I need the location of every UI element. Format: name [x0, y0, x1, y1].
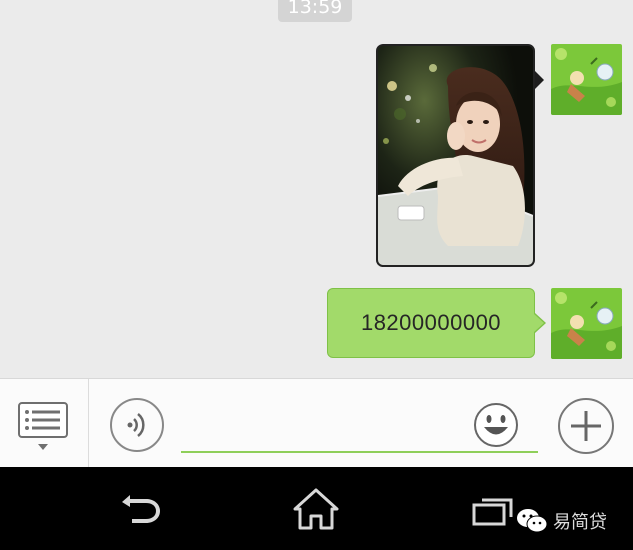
- chat-area[interactable]: 13:59 18200000000: [0, 0, 633, 378]
- wechat-icon: [517, 509, 548, 533]
- avatar[interactable]: [551, 44, 622, 115]
- voice-icon: [127, 413, 145, 437]
- avatar-image: [551, 288, 622, 359]
- recents-icon: [472, 498, 513, 526]
- watermark-text: 易简贷: [553, 512, 607, 533]
- system-nav-bar: 易简贷: [0, 467, 633, 550]
- avatar[interactable]: [551, 288, 622, 359]
- home-button[interactable]: [292, 487, 340, 531]
- back-icon: [122, 495, 160, 523]
- text-bubble-tail: [534, 314, 544, 332]
- back-button[interactable]: [118, 492, 164, 526]
- emoji-icon: [474, 403, 518, 447]
- message-timestamp: 13:59: [278, 0, 352, 22]
- home-icon: [293, 488, 339, 530]
- sent-photo: [378, 46, 533, 265]
- more-options-button[interactable]: [558, 398, 614, 454]
- recents-button[interactable]: [472, 497, 514, 527]
- image-message-bubble[interactable]: [376, 44, 535, 267]
- plus-icon: [571, 411, 601, 441]
- image-bubble-tail: [535, 71, 544, 89]
- menu-toggle-button[interactable]: [0, 379, 89, 467]
- voice-button[interactable]: [110, 398, 164, 452]
- list-menu-icon: [18, 402, 68, 450]
- input-bar: [0, 378, 633, 467]
- emoji-button[interactable]: [473, 402, 519, 448]
- watermark: 易简贷: [516, 506, 607, 536]
- text-message-bubble[interactable]: 18200000000: [327, 288, 535, 358]
- avatar-image: [551, 44, 622, 115]
